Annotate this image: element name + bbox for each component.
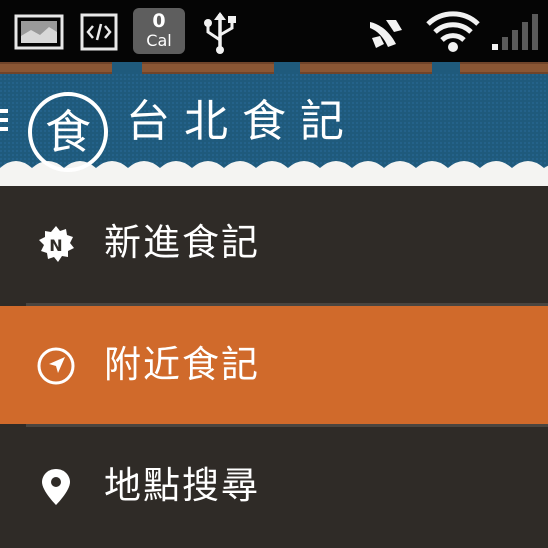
- app-screen: 0 Cal 食 台北食記 N 新進食記 附近食記 地點搜尋: [0, 0, 548, 548]
- new-badge-letter: N: [49, 236, 62, 255]
- navigation-menu: N 新進食記 附近食記 地點搜尋: [0, 186, 548, 548]
- menu-drawer-icon[interactable]: [0, 107, 12, 133]
- menu-item-location-search[interactable]: 地點搜尋: [0, 427, 548, 545]
- logo-char: 食: [45, 105, 91, 159]
- compass-icon: [37, 347, 75, 385]
- menu-item-nearby-reviews[interactable]: 附近食記: [0, 306, 548, 424]
- menu-item-new-reviews[interactable]: N 新進食記: [0, 186, 548, 304]
- app-title: 台北食記: [126, 96, 358, 147]
- signal-icon: [492, 14, 538, 50]
- status-bar: 0 Cal: [0, 0, 548, 62]
- calorie-count: 0: [152, 10, 166, 32]
- app-header: 食 台北食記: [0, 62, 548, 186]
- new-badge-icon: N: [39, 226, 74, 262]
- calorie-badge: 0 Cal: [133, 8, 185, 54]
- gallery-icon: [14, 14, 64, 50]
- usb-icon: [204, 12, 236, 54]
- wifi-icon: [426, 11, 480, 52]
- code-icon: [80, 13, 118, 51]
- app-logo-seal: 食: [28, 92, 108, 172]
- menu-item-label: 新進食記: [104, 221, 260, 264]
- airplane-icon: [370, 20, 402, 48]
- menu-item-label: 地點搜尋: [104, 464, 260, 507]
- menu-item-label: 附近食記: [104, 343, 260, 386]
- calorie-unit: Cal: [146, 31, 172, 50]
- location-pin-icon: [42, 469, 70, 505]
